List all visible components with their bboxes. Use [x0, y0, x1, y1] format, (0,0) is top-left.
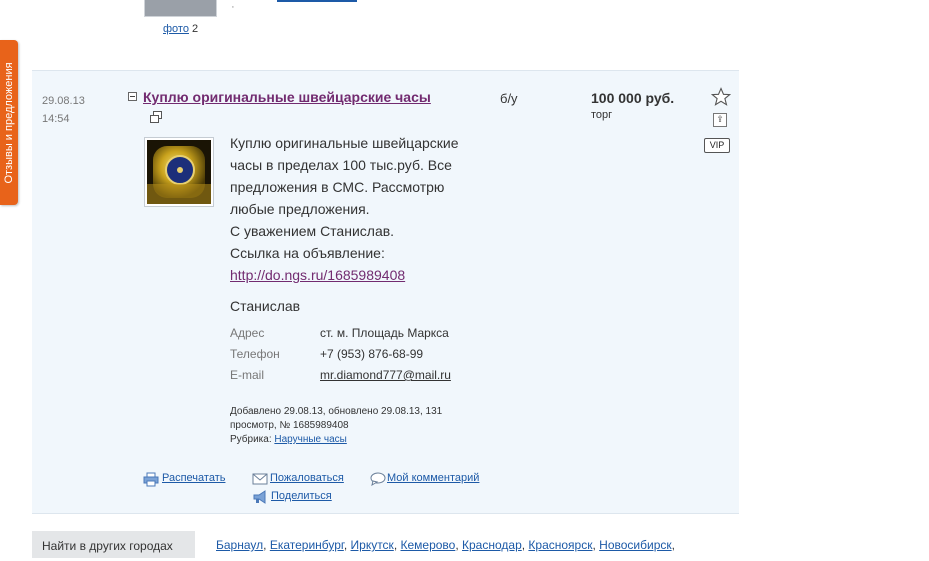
meta-rubric: Рубрика: Наручные часы	[230, 433, 475, 447]
listing-date-time: 14:54	[42, 113, 70, 125]
previous-listing-thumbnail[interactable]	[144, 0, 217, 17]
envelope-icon	[252, 473, 268, 485]
description-line: предложения в СМС. Рассмотрю	[230, 179, 445, 195]
collapse-toggle-icon[interactable]	[128, 92, 137, 101]
city-link[interactable]: Барнаул	[216, 538, 263, 552]
print-link[interactable]: Распечатать	[162, 472, 225, 484]
previous-listing-photo-count: фото 2	[163, 23, 198, 35]
feedback-side-tab[interactable]: Отзывы и предложения	[0, 40, 18, 205]
vip-badge[interactable]: VIP	[704, 138, 730, 153]
megaphone-icon	[253, 490, 266, 504]
meta-added: Добавлено 29.08.13, обновлено 29.08.13, …	[230, 406, 443, 417]
rubric-link[interactable]: Наручные часы	[274, 434, 346, 445]
description-line: часы в пределах 100 тыс.руб. Все	[230, 157, 452, 173]
description-url-link[interactable]: http://do.ngs.ru/1685989408	[230, 267, 405, 283]
description-line: любые предложения.	[230, 201, 370, 217]
email-link[interactable]: mr.diamond777@mail.ru	[320, 365, 451, 386]
comment-action[interactable]: Мой комментарий	[370, 472, 479, 486]
favorite-star-icon[interactable]	[711, 87, 731, 107]
listing-condition: б/у	[500, 91, 518, 106]
photo-link[interactable]: фото	[163, 23, 189, 35]
description-line: Ссылка на объявление:	[230, 245, 385, 261]
seller-name: Станислав	[230, 298, 301, 314]
phone-label: Телефон	[230, 347, 280, 361]
listing-description: Куплю оригинальные швейцарские часы в пр…	[230, 132, 480, 286]
printer-icon	[143, 472, 159, 487]
photo-count: 2	[192, 23, 199, 35]
listing-title[interactable]: Куплю оригинальные швейцарские часы	[143, 89, 431, 105]
listing-photo[interactable]	[144, 137, 214, 207]
other-cities-label: Найти в других городах	[32, 531, 195, 558]
city-link[interactable]: Красноярск	[528, 538, 592, 552]
feedback-tab-label: Отзывы и предложения	[3, 61, 15, 184]
listing-price: 100 000 руб.	[591, 90, 675, 106]
share-link[interactable]: Поделиться	[271, 490, 332, 502]
watch-photo-image	[147, 140, 211, 204]
phone-value: +7 (953) 876-68-99	[320, 347, 424, 361]
share-action[interactable]: Поделиться	[252, 490, 332, 504]
open-in-new-window-icon[interactable]	[150, 111, 162, 123]
description-line: С уважением Станислав.	[230, 223, 395, 239]
address-value: ст. м. Площадь Маркса	[320, 326, 449, 340]
meta-views: просмотр, № 1685989408	[230, 420, 349, 431]
speech-bubble-icon	[370, 472, 386, 486]
address-label: Адрес	[230, 326, 265, 340]
comment-link[interactable]: Мой комментарий	[387, 472, 479, 484]
description-line: Куплю оригинальные швейцарские	[230, 135, 459, 151]
city-link[interactable]: Новосибирск	[599, 538, 671, 552]
listing-date: 29.08.13 14:54	[42, 92, 85, 128]
listing-meta: Добавлено 29.08.13, обновлено 29.08.13, …	[230, 405, 475, 447]
city-link[interactable]: Краснодар	[462, 538, 522, 552]
other-cities-bar: Найти в других городах Барнаул, Екатерин…	[32, 531, 929, 558]
city-link[interactable]: Иркутск	[351, 538, 394, 552]
city-link[interactable]: Кемерово	[400, 538, 455, 552]
previous-listing-text-fragment: ‚	[232, 0, 234, 9]
complain-action[interactable]: Пожаловаться	[252, 472, 344, 485]
listing-date-day: 29.08.13	[42, 95, 85, 107]
complain-link[interactable]: Пожаловаться	[270, 472, 344, 484]
print-action[interactable]: Распечатать	[143, 472, 225, 487]
email-label: E-mail	[230, 368, 265, 382]
rubric-label: Рубрика:	[230, 434, 272, 445]
city-link[interactable]: Екатеринбург	[270, 538, 344, 552]
other-cities-list: Барнаул, Екатеринбург, Иркутск, Кемерово…	[216, 538, 675, 552]
listing-bargain: торг	[591, 109, 613, 121]
raise-listing-icon[interactable]: ⇪	[713, 113, 727, 127]
previous-listing-link[interactable]	[277, 0, 357, 2]
